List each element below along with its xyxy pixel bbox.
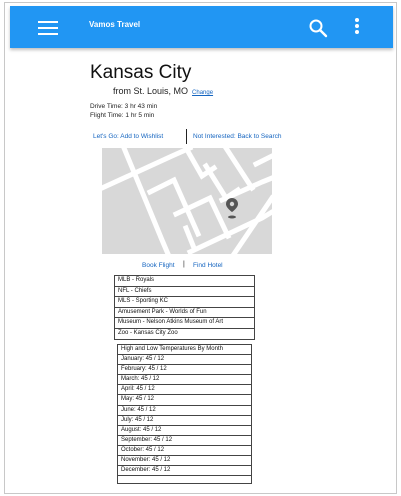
change-origin-link[interactable]: Change [192, 90, 213, 96]
temperature-row: October: 45 / 12 [118, 444, 251, 455]
temperature-row: January: 45 / 12 [118, 354, 251, 364]
map-roads [102, 148, 272, 254]
temperature-row: March: 45 / 12 [118, 374, 251, 384]
app-title: Vamos Travel [89, 20, 141, 29]
back-to-search-link[interactable]: Not Interested: Back to Search [193, 133, 282, 140]
attractions-table: MLB - Royals NFL - Chiefs MLS - Sporting… [114, 275, 255, 340]
attraction-row: NFL - Chiefs [115, 285, 254, 297]
temperature-row: September: 45 / 12 [118, 434, 251, 445]
temperature-header: High and Low Temperatures By Month [121, 346, 223, 352]
temperature-row: April: 45 / 12 [118, 384, 251, 394]
origin-label: from St. Louis, MO [113, 86, 189, 96]
temperature-footer [118, 475, 251, 483]
flight-time: Flight Time: 1 hr 5 min [90, 112, 155, 119]
action-divider [186, 129, 187, 144]
temperature-row: August: 45 / 12 [118, 424, 251, 435]
origin-row: from St. Louis, MO Change [113, 86, 213, 96]
temperature-row: July: 45 / 12 [118, 414, 251, 425]
app-bar: Vamos Travel [10, 6, 393, 48]
attraction-row: Amusement Park - Worlds of Fun [115, 306, 254, 318]
attraction-row: Museum - Nelson Atkins Museum of Art [115, 317, 254, 328]
temperature-row: June: 45 / 12 [118, 404, 251, 415]
temperature-row: November: 45 / 12 [118, 455, 251, 465]
temperature-table: High and Low Temperatures By Month Janua… [117, 344, 252, 485]
temperature-row: December: 45 / 12 [118, 465, 251, 475]
map-pin-icon [226, 198, 238, 219]
attraction-row: MLB - Royals [118, 277, 155, 283]
map-view[interactable] [102, 148, 272, 254]
menu-icon[interactable] [38, 19, 58, 35]
add-to-wishlist-link[interactable]: Let's Go: Add to Wishlist [93, 133, 163, 140]
find-hotel-link[interactable]: Find Hotel [193, 262, 223, 269]
attraction-row: Zoo - Kansas City Zoo [115, 327, 254, 339]
attraction-row: MLS - Sporting KC [115, 296, 254, 307]
link-separator: | [183, 261, 185, 268]
temperature-row: May: 45 / 12 [118, 394, 251, 404]
temperature-row: February: 45 / 12 [118, 364, 251, 374]
book-flight-link[interactable]: Book Flight [142, 262, 175, 269]
search-icon[interactable] [308, 18, 328, 38]
more-vert-icon[interactable] [354, 18, 360, 36]
destination-title: Kansas City [90, 62, 192, 83]
drive-time: Drive Time: 3 hr 43 min [90, 103, 158, 110]
